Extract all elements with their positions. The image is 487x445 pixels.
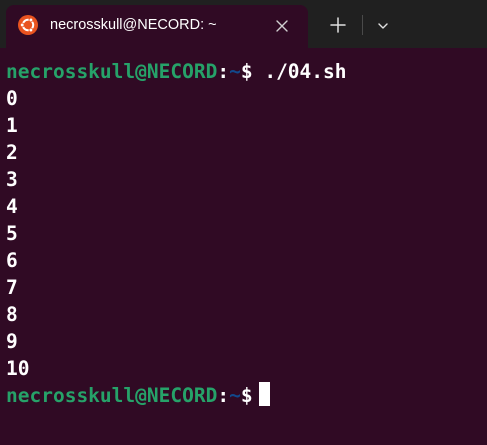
titlebar-divider xyxy=(362,15,363,35)
output-line: 7 xyxy=(6,276,18,299)
output-line: 8 xyxy=(6,303,18,326)
output-line: 3 xyxy=(6,168,18,191)
prompt-user-host: necrosskull@NECORD xyxy=(6,384,218,407)
output-line: 1 xyxy=(6,114,18,137)
prompt-symbol: $ xyxy=(240,60,253,83)
command-text: ./04.sh xyxy=(264,60,347,83)
output-line: 0 xyxy=(6,87,18,110)
text-cursor xyxy=(258,382,270,406)
output-line: 9 xyxy=(6,330,18,353)
terminal-tab[interactable]: necrosskull@NECORD: ~ xyxy=(6,5,308,48)
prompt-symbol: $ xyxy=(240,384,253,407)
terminal-window: necrosskull@NECORD: ~ necrosskull@NECORD… xyxy=(0,0,487,445)
ubuntu-logo-icon xyxy=(18,15,38,35)
plus-icon[interactable] xyxy=(329,16,347,34)
prompt-user-host: necrosskull@NECORD xyxy=(6,60,218,83)
terminal-output[interactable]: necrosskull@NECORD:~$ ./04.sh 0 1 2 3 4 … xyxy=(6,58,481,438)
command-line: necrosskull@NECORD:~$ ./04.sh xyxy=(6,58,481,85)
output-line: 10 xyxy=(6,357,30,380)
output-line: 4 xyxy=(6,195,18,218)
chevron-down-icon[interactable] xyxy=(376,19,390,33)
tab-title: necrosskull@NECORD: ~ xyxy=(50,17,217,33)
prompt-path: ~ xyxy=(229,60,241,83)
output-line: 2 xyxy=(6,141,18,164)
prompt-path: ~ xyxy=(229,384,241,407)
output-line: 6 xyxy=(6,249,18,272)
prompt-colon: : xyxy=(217,384,230,407)
output-line: 5 xyxy=(6,222,18,245)
close-icon[interactable] xyxy=(274,18,290,34)
title-bar: necrosskull@NECORD: ~ xyxy=(0,0,487,48)
prompt-line[interactable]: necrosskull@NECORD:~$ xyxy=(6,382,481,409)
prompt-colon: : xyxy=(217,60,230,83)
